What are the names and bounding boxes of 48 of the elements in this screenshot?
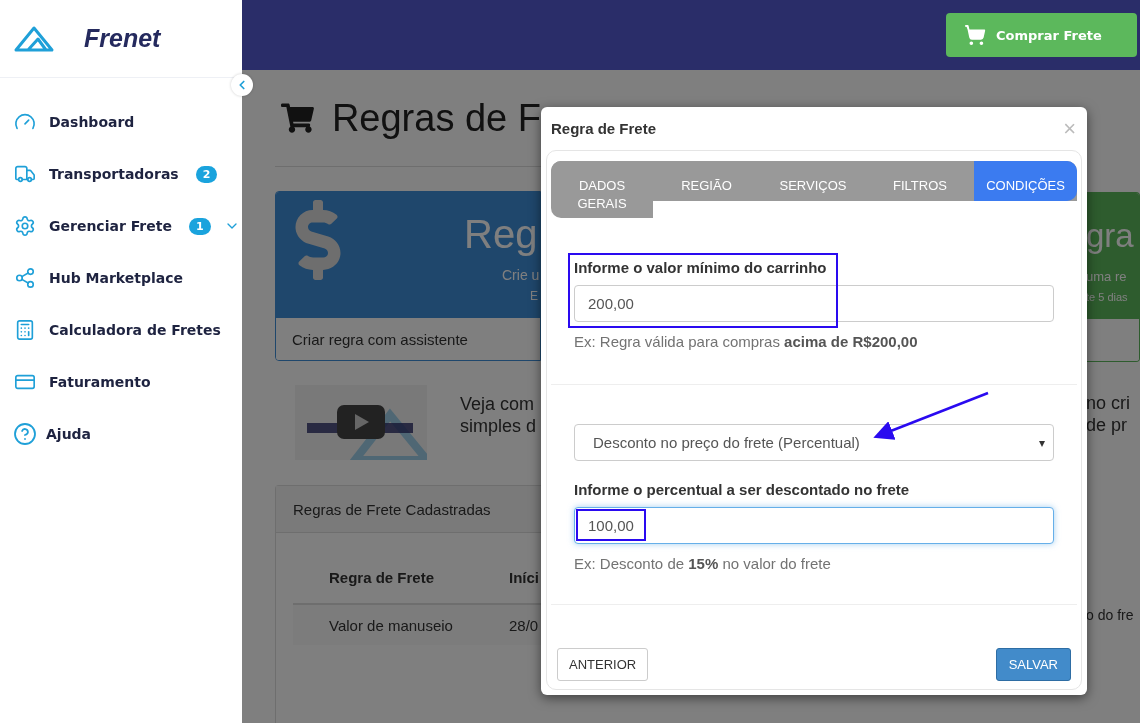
back-button[interactable]: ANTERIOR xyxy=(557,648,649,681)
panel-title: Regras de Frete Cadastradas xyxy=(293,500,491,518)
sidebar-item[interactable]: Calculadora de Fretes xyxy=(0,304,242,356)
card-link[interactable]: Criar regra com assistente xyxy=(292,330,468,348)
card-text: E xyxy=(530,289,538,303)
card-text: uma re xyxy=(1086,269,1127,284)
column-header: Regra de Frete xyxy=(328,568,436,586)
tab[interactable]: CONDIÇÕES xyxy=(974,161,1077,201)
help-text: Ex: Desconto de 15% no valor do frete xyxy=(574,555,832,572)
video-text: Veja com xyxy=(460,393,536,415)
count-badge: 1 xyxy=(188,217,211,235)
column-header: Iníci xyxy=(508,568,540,586)
gear-icon xyxy=(14,215,36,237)
table-cell-text: o do fre xyxy=(1086,606,1135,625)
sidebar-item[interactable]: Hub Marketplace xyxy=(0,252,242,304)
sidebar-item[interactable]: Transportadoras 2 xyxy=(0,148,242,200)
card-title: Reg xyxy=(464,212,538,257)
truck-icon xyxy=(14,163,36,185)
calculator-icon xyxy=(14,319,36,341)
count-badge: 2 xyxy=(195,165,218,183)
caret-icon: ▾ xyxy=(1039,435,1045,450)
card-text: Crie u xyxy=(502,267,540,283)
field-label: Informe o valor mínimo do carrinho xyxy=(574,259,828,276)
field-label: Informe o percentual a ser descontado no frete xyxy=(574,481,911,498)
sidebar-item[interactable]: Dashboard xyxy=(0,96,242,148)
table-cell-text: 28/0 xyxy=(508,616,540,634)
discount-select[interactable]: Desconto no preço do frete (Percentual) ▾ xyxy=(574,424,1054,461)
input-field[interactable]: 100,00 xyxy=(574,507,1054,544)
dialog-title: Regra de Frete xyxy=(551,120,657,137)
video-text: de pr xyxy=(1086,414,1129,436)
save-button[interactable]: SALVAR xyxy=(995,648,1071,681)
card-text: te 5 dias xyxy=(1086,291,1128,303)
collapse-button[interactable] xyxy=(231,74,253,96)
help-icon xyxy=(13,422,37,446)
video-text: simples d xyxy=(460,415,537,437)
sidebar-item[interactable]: Ajuda xyxy=(0,408,242,460)
highlight-frame xyxy=(576,509,646,541)
table-cell-text: Valor de manuseio xyxy=(328,616,454,634)
sidebar-item[interactable]: Gerenciar Frete 1 xyxy=(0,200,242,252)
card-title: gra xyxy=(1086,217,1134,255)
help-text: Ex: Regra válida para compras acima de R$200,00 xyxy=(574,333,919,350)
cart-icon xyxy=(964,24,986,46)
network-icon xyxy=(14,267,36,289)
page-title: Regras de F xyxy=(331,96,541,140)
input-field[interactable]: 200,00 xyxy=(574,285,1054,322)
sidebar-item[interactable]: Faturamento xyxy=(0,356,242,408)
video-text: no cri xyxy=(1086,392,1131,414)
logo-text: Frenet xyxy=(84,24,161,53)
